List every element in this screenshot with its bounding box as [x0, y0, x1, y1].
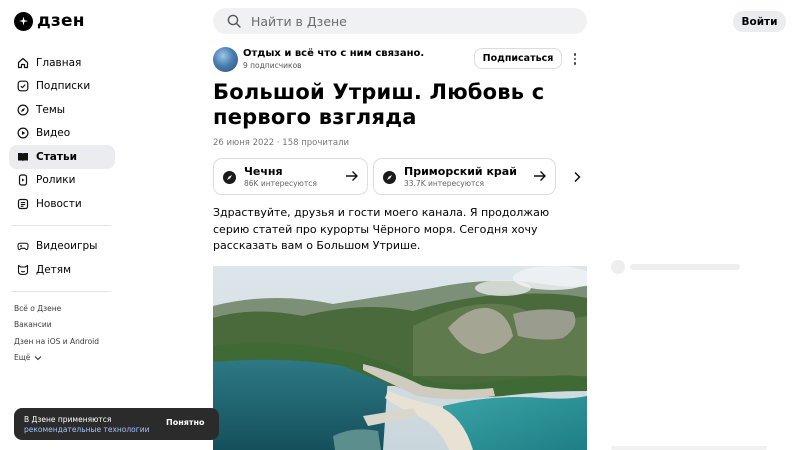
sidebar-item-news[interactable]: Новости	[9, 192, 115, 216]
chevron-right-icon	[574, 171, 581, 182]
topic-name: Чечня	[244, 165, 283, 178]
loading-placeholder	[611, 446, 767, 450]
toast-text: В Дзене применяются рекомендательные тех…	[24, 415, 149, 435]
sidebar-item-articles[interactable]: Статьи	[9, 145, 115, 169]
gamepad-icon	[17, 240, 29, 252]
recommendation-toast: В Дзене применяются рекомендательные тех…	[14, 408, 219, 440]
article-meta: 26 июня 2022 · 158 прочитали	[213, 138, 350, 148]
toast-ok-button[interactable]: Понятно	[166, 418, 205, 427]
channel-header: Отдых и всё что с ним связано. 9 подписч…	[213, 47, 587, 73]
sidebar-item-topics[interactable]: Темы	[9, 98, 115, 122]
loading-placeholder	[630, 264, 740, 270]
sidebar-item-kids[interactable]: Детям	[9, 258, 115, 282]
zen-logo-icon	[14, 11, 33, 31]
sidebar-item-label: Новости	[36, 197, 82, 210]
footer-link-about[interactable]: Всё о Дзене	[14, 301, 115, 318]
subscribe-button[interactable]: Подписаться	[474, 48, 562, 69]
compass-icon	[383, 171, 396, 184]
search-input[interactable]	[251, 13, 551, 29]
footer-more-label: Ещё	[14, 353, 31, 362]
toast-link[interactable]: рекомендательные технологии	[24, 425, 149, 435]
compass-icon	[223, 171, 236, 184]
topic-card-primorsky[interactable]: Приморский край 33.7K интересуются	[373, 158, 556, 195]
footer-link-apps[interactable]: Дзен на iOS и Android	[14, 334, 115, 351]
sidebar-item-home[interactable]: Главная	[9, 51, 115, 75]
news-icon	[17, 198, 29, 210]
sidebar-divider	[11, 290, 111, 292]
toast-line: В Дзене применяются	[24, 415, 112, 424]
kids-icon	[17, 264, 29, 276]
logo-text: дзен	[37, 11, 85, 31]
sidebar-item-subscriptions[interactable]: Подписки	[9, 75, 115, 99]
search-bar[interactable]	[213, 8, 587, 34]
logo[interactable]: дзен	[14, 11, 85, 31]
sidebar-item-label: Темы	[36, 103, 66, 116]
arrow-right-icon	[534, 171, 546, 181]
articles-icon	[17, 151, 29, 163]
footer-link-jobs[interactable]: Вакансии	[14, 317, 115, 334]
channel-subscribers: 9 подписчиков	[243, 61, 302, 70]
sidebar-item-label: Видеоигры	[36, 240, 98, 253]
topics-next-button[interactable]	[561, 158, 588, 195]
subscriptions-icon	[17, 80, 29, 92]
chevron-down-icon	[35, 356, 42, 361]
video-icon	[17, 127, 29, 139]
sidebar-footer: Всё о Дзене Вакансии Дзен на iOS и Andro…	[9, 301, 115, 367]
sidebar-item-label: Подписки	[36, 80, 91, 93]
home-icon	[17, 57, 29, 69]
compass-icon	[17, 104, 29, 116]
article-paragraph: Здраствуйте, друзья и гости моего канала…	[213, 206, 550, 252]
channel-avatar[interactable]	[213, 47, 238, 72]
sidebar-item-label: Статьи	[36, 150, 77, 163]
channel-name[interactable]: Отдых и всё что с ним связано.	[243, 48, 424, 59]
sidebar-item-video[interactable]: Видео	[9, 122, 115, 146]
loading-placeholder	[611, 260, 625, 274]
article-photo	[213, 266, 587, 450]
article-title: Большой Утриш. Любовь с первого взгляда	[213, 80, 545, 129]
sidebar: Главная Подписки Темы Видео Статьи Ролик…	[9, 51, 115, 367]
topic-name: Приморский край	[404, 165, 517, 178]
shorts-icon	[17, 174, 29, 186]
sidebar-item-label: Видео	[36, 127, 71, 140]
more-options-icon[interactable]	[568, 50, 582, 68]
sidebar-item-videogames[interactable]: Видеоигры	[9, 235, 115, 259]
arrow-right-icon	[346, 171, 358, 181]
topic-card-chechnya[interactable]: Чечня 86K интересуются	[213, 158, 368, 195]
topic-followers: 33.7K интересуются	[404, 179, 485, 188]
search-icon	[227, 14, 241, 28]
footer-link-more[interactable]: Ещё	[14, 350, 115, 367]
sidebar-item-label: Детям	[36, 263, 72, 276]
login-button[interactable]: Войти	[733, 11, 786, 32]
topic-cards: Чечня 86K интересуются Приморский край 3…	[213, 158, 588, 196]
sidebar-item-label: Главная	[36, 56, 82, 69]
sidebar-item-shorts[interactable]: Ролики	[9, 169, 115, 193]
sidebar-divider	[11, 224, 111, 226]
sidebar-item-label: Ролики	[36, 174, 76, 187]
topic-followers: 86K интересуются	[244, 179, 317, 188]
